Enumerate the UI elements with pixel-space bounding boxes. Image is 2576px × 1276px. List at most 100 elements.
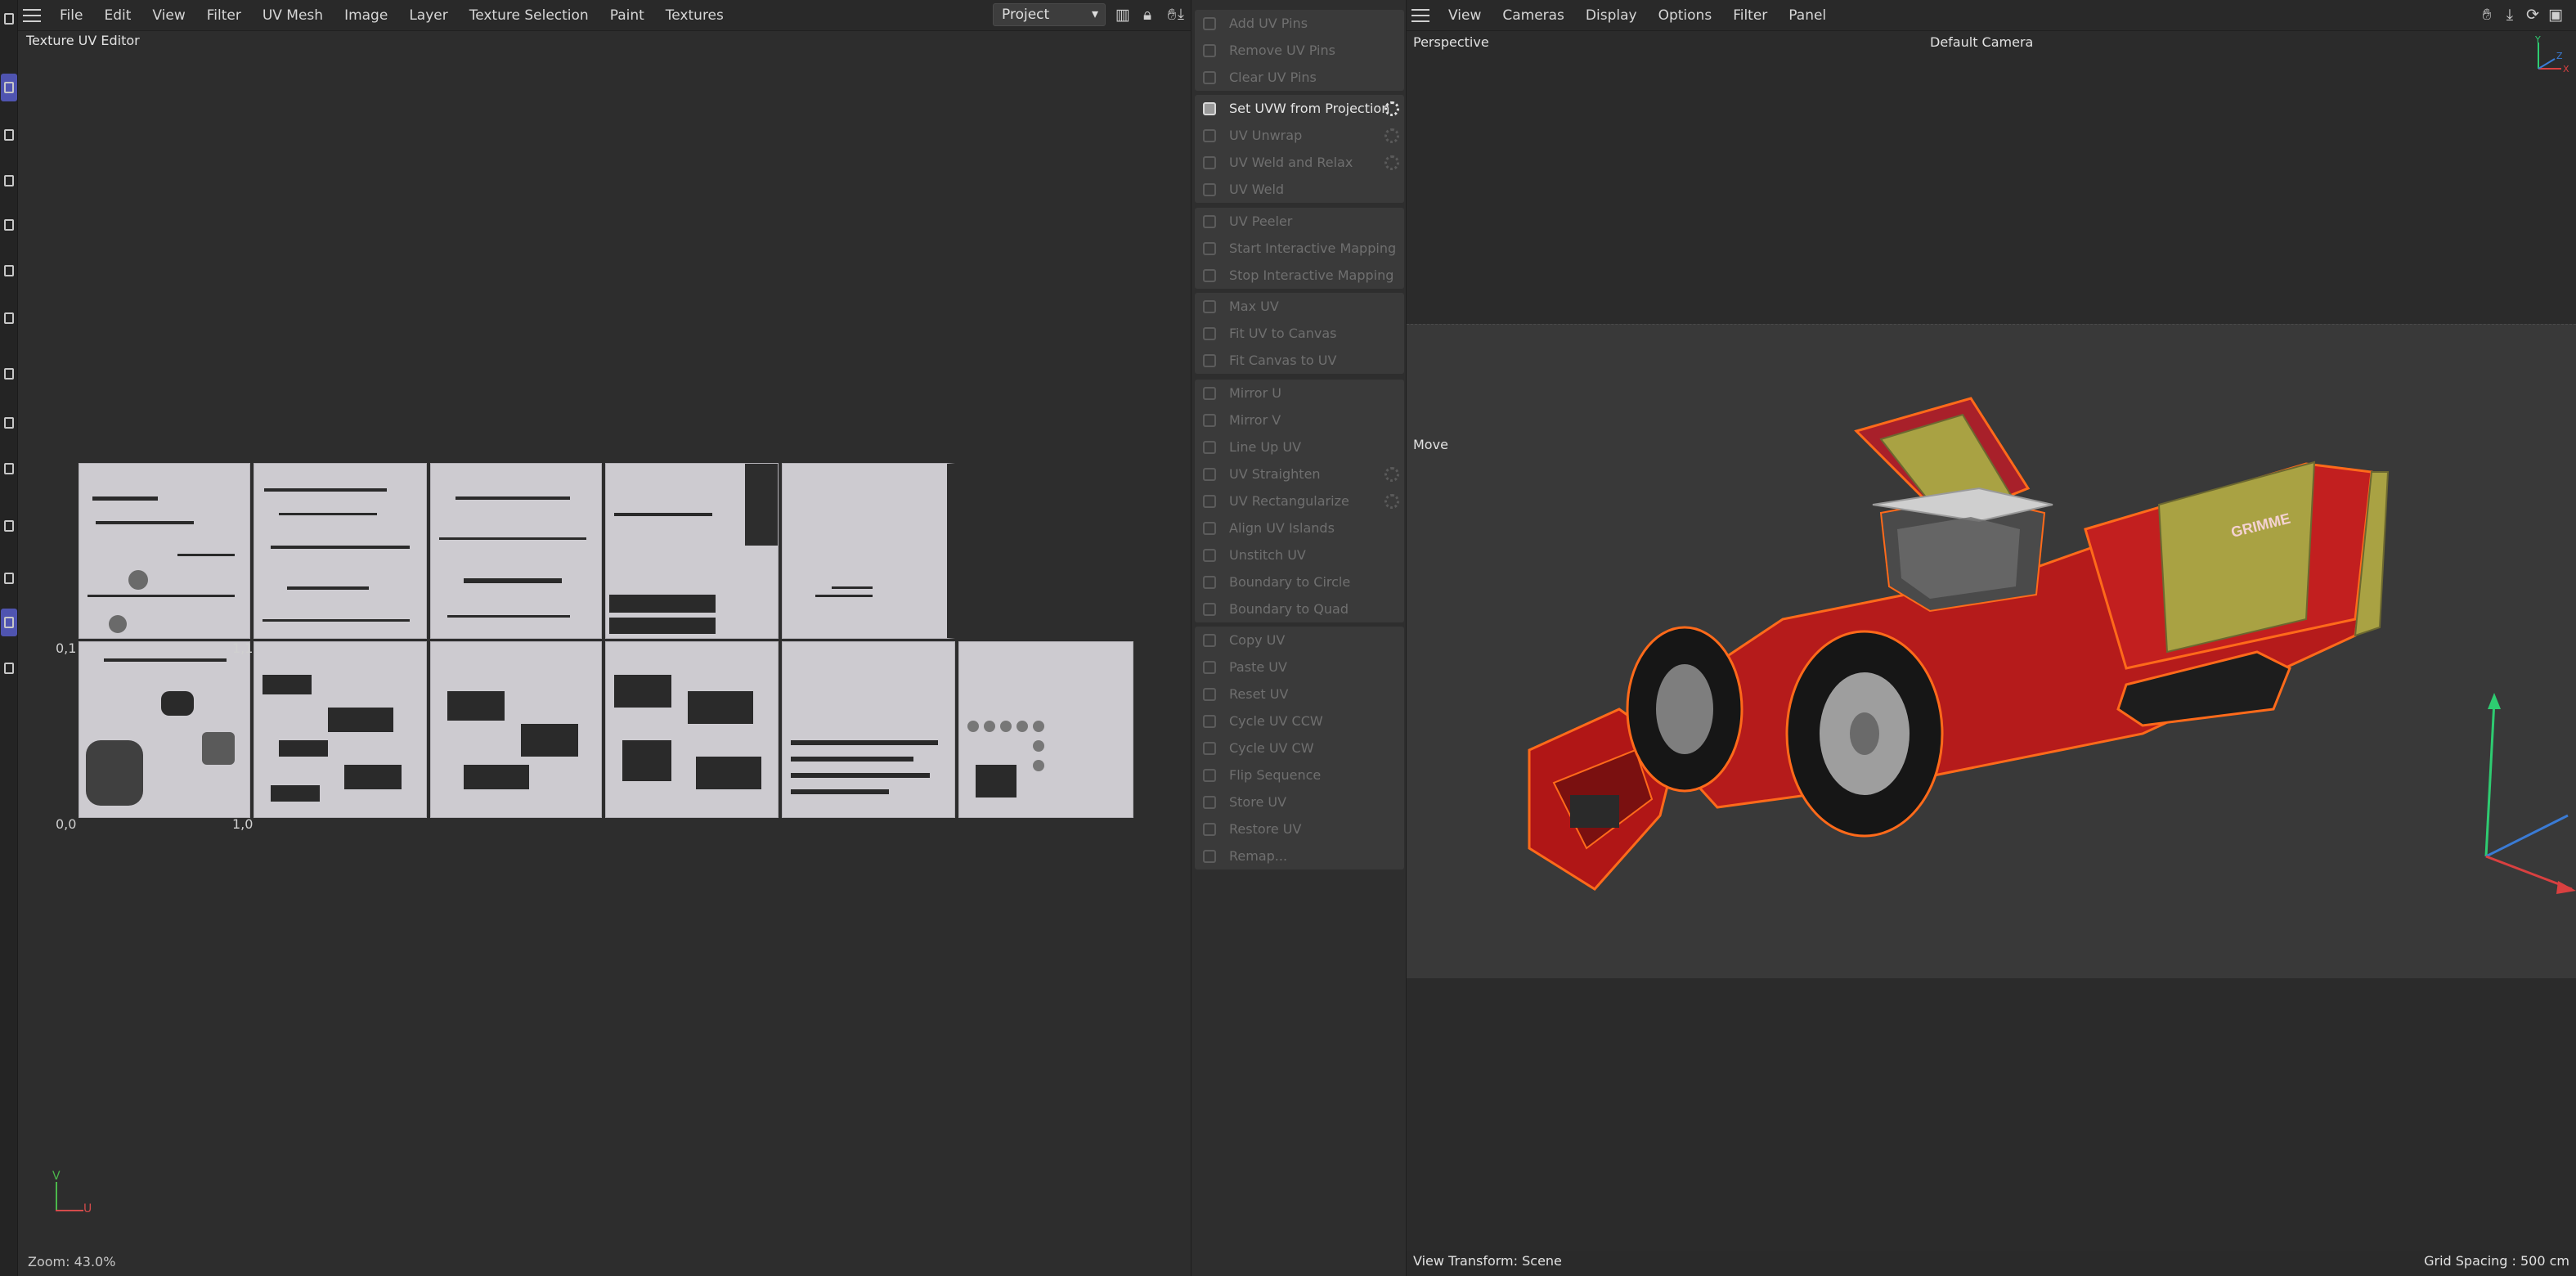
- menu-cameras[interactable]: Cameras: [1492, 7, 1575, 24]
- tool-arrow-icon[interactable]: [1, 360, 17, 388]
- front-right-wheel: [1785, 630, 1944, 838]
- uv-commands-panel: Add UV Pins Remove UV Pins Clear UV Pins…: [1191, 0, 1407, 1276]
- mirror-u-button[interactable]: Mirror U: [1195, 380, 1404, 407]
- line-up-uv-button[interactable]: Line Up UV: [1195, 434, 1404, 461]
- menu-texture-selection[interactable]: Texture Selection: [459, 7, 599, 24]
- uv-weld-and-relax-button[interactable]: UV Weld and Relax: [1195, 149, 1404, 176]
- fit-canvas-to-uv-button[interactable]: Fit Canvas to UV: [1195, 347, 1404, 374]
- tool-uv-polygons-icon[interactable]: [1, 167, 17, 195]
- restore-uv-button[interactable]: Restore UV: [1195, 815, 1404, 842]
- fit-icon: [1203, 326, 1216, 340]
- unstitch-uv-button[interactable]: Unstitch UV: [1195, 541, 1404, 568]
- clear-uv-pins-button[interactable]: Clear UV Pins: [1195, 64, 1404, 91]
- copy-uv-button[interactable]: Copy UV: [1195, 627, 1404, 654]
- gear-icon[interactable]: [1384, 101, 1399, 116]
- menu-view[interactable]: View: [141, 7, 195, 24]
- cycle-uv-cw-button[interactable]: Cycle UV CW: [1195, 735, 1404, 762]
- pan-hand-icon[interactable]: ✋︎: [2478, 6, 2496, 24]
- start-interactive-mapping-button[interactable]: Start Interactive Mapping: [1195, 235, 1404, 262]
- uv-pins-group: Add UV Pins Remove UV Pins Clear UV Pins: [1195, 10, 1404, 91]
- tool-model-icon[interactable]: [1, 211, 17, 239]
- lock-icon[interactable]: 🔒︎: [1138, 6, 1156, 24]
- flip-icon: [1203, 768, 1216, 782]
- projection-label[interactable]: Perspective: [1413, 34, 1489, 50]
- axis-v-line: [56, 1182, 57, 1211]
- tool-object-icon[interactable]: [1, 257, 17, 285]
- menu-uv-mesh[interactable]: UV Mesh: [252, 7, 334, 24]
- uv-tile: [958, 641, 1133, 818]
- paste-icon: [1203, 660, 1216, 674]
- viewport-menubar: View Cameras Display Options Filter Pane…: [1407, 0, 2576, 31]
- menu-edit[interactable]: Edit: [93, 7, 141, 24]
- circle-icon: [1203, 575, 1216, 589]
- tool-snap-icon[interactable]: [1, 455, 17, 483]
- uv-unwrap-button[interactable]: UV Unwrap: [1195, 122, 1404, 149]
- tool-texture-icon[interactable]: [1, 304, 17, 332]
- maximize-view-icon[interactable]: ▣: [2547, 6, 2565, 24]
- camera-label[interactable]: Default Camera: [1930, 34, 2033, 50]
- gear-icon[interactable]: [1384, 467, 1399, 482]
- menu-image[interactable]: Image: [334, 7, 398, 24]
- menu-panel[interactable]: Panel: [1778, 7, 1837, 24]
- reset-uv-button[interactable]: Reset UV: [1195, 681, 1404, 708]
- set-uvw-from-projection-button[interactable]: Set UVW from Projection: [1195, 95, 1404, 122]
- store-uv-button[interactable]: Store UV: [1195, 789, 1404, 815]
- uv-rectangularize-button[interactable]: UV Rectangularize: [1195, 487, 1404, 514]
- texture-uv-editor: File Edit View Filter UV Mesh Image Laye…: [18, 0, 1191, 1276]
- tool-lock-icon[interactable]: [1, 409, 17, 437]
- boundary-to-circle-button[interactable]: Boundary to Circle: [1195, 568, 1404, 595]
- uv-projection-group: Set UVW from Projection UV Unwrap UV Wel…: [1195, 95, 1404, 203]
- uv-clipboard-group: Copy UV Paste UV Reset UV Cycle UV CCW C…: [1195, 627, 1404, 869]
- flip-sequence-button[interactable]: Flip Sequence: [1195, 762, 1404, 789]
- paste-uv-button[interactable]: Paste UV: [1195, 654, 1404, 681]
- max-uv-button[interactable]: Max UV: [1195, 293, 1404, 320]
- mirror-v-button[interactable]: Mirror V: [1195, 407, 1404, 434]
- hamburger-menu-icon[interactable]: [23, 8, 41, 22]
- tool-text-icon[interactable]: [1, 654, 17, 682]
- menu-filter[interactable]: Filter: [1722, 7, 1778, 24]
- cycle-uv-ccw-button[interactable]: Cycle UV CCW: [1195, 708, 1404, 735]
- uv-straighten-button[interactable]: UV Straighten: [1195, 461, 1404, 487]
- uv-peeler-button[interactable]: UV Peeler: [1195, 208, 1404, 235]
- uv-coord-1-0: 1,0: [232, 816, 254, 832]
- tool-workplane-icon[interactable]: [1, 512, 17, 540]
- weld-icon: [1203, 182, 1216, 196]
- tool-icon[interactable]: [1, 5, 17, 33]
- harvester-model[interactable]: GRIMME: [1407, 325, 2576, 979]
- gear-icon[interactable]: [1384, 494, 1399, 509]
- boundary-to-quad-button[interactable]: Boundary to Quad: [1195, 595, 1404, 622]
- menu-textures[interactable]: Textures: [655, 7, 734, 24]
- project-dropdown[interactable]: Project: [993, 3, 1106, 26]
- add-uv-pins-button[interactable]: Add UV Pins: [1195, 10, 1404, 37]
- menu-filter[interactable]: Filter: [196, 7, 252, 24]
- gear-icon[interactable]: [1384, 155, 1399, 170]
- menu-file[interactable]: File: [49, 7, 93, 24]
- viewport-upper-area[interactable]: [1407, 31, 2576, 324]
- tool-uv-edges-icon[interactable]: [1, 121, 17, 149]
- hamburger-menu-icon[interactable]: [1411, 8, 1429, 22]
- uv-weld-button[interactable]: UV Weld: [1195, 176, 1404, 203]
- viewport-scene-area[interactable]: GRIMME: [1407, 324, 2576, 978]
- align-uv-islands-button[interactable]: Align UV Islands: [1195, 514, 1404, 541]
- viewport-status-bar: [1407, 1251, 2576, 1276]
- tool-grid-icon[interactable]: [1, 564, 17, 592]
- menu-options[interactable]: Options: [1648, 7, 1723, 24]
- viewport-lower-area[interactable]: [1407, 978, 2576, 1251]
- uv-tile: [430, 463, 602, 639]
- maximize-icon: [1203, 299, 1216, 313]
- tool-uv-points-icon[interactable]: [1, 74, 17, 101]
- gear-icon[interactable]: [1384, 128, 1399, 143]
- tool-axis-icon[interactable]: [1, 609, 17, 636]
- dolly-icon[interactable]: ⤓: [2501, 6, 2519, 24]
- menu-view[interactable]: View: [1438, 7, 1492, 24]
- remap-button[interactable]: Remap...: [1195, 842, 1404, 869]
- stop-interactive-mapping-button[interactable]: Stop Interactive Mapping: [1195, 262, 1404, 289]
- menu-display[interactable]: Display: [1575, 7, 1648, 24]
- remove-uv-pins-button[interactable]: Remove UV Pins: [1195, 37, 1404, 64]
- orbit-icon[interactable]: ⟳: [2524, 6, 2542, 24]
- download-icon[interactable]: ⤓: [1178, 6, 1189, 24]
- menu-layer[interactable]: Layer: [398, 7, 458, 24]
- fit-uv-to-canvas-button[interactable]: Fit UV to Canvas: [1195, 320, 1404, 347]
- menu-paint[interactable]: Paint: [599, 7, 655, 24]
- histogram-icon[interactable]: ▥: [1114, 6, 1132, 24]
